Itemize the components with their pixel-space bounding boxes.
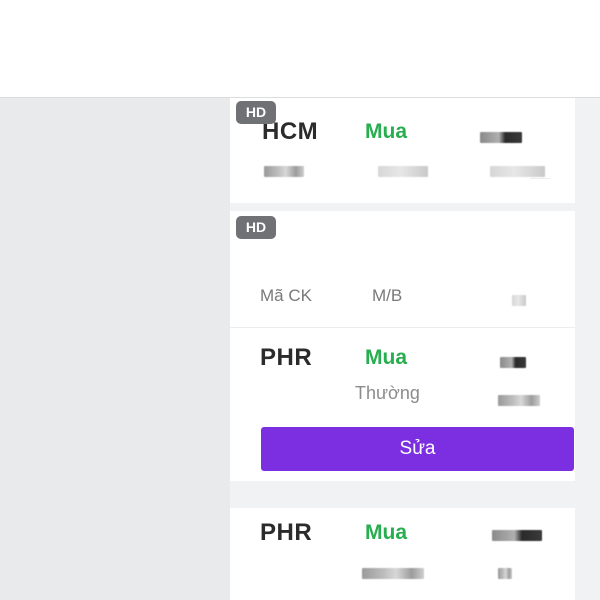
order-redacted-value xyxy=(498,395,540,406)
order-card-phr-2[interactable]: PHR Mua xyxy=(230,508,575,600)
order-redacted-value xyxy=(500,357,526,368)
hd-badge: HD xyxy=(236,101,276,124)
order-redacted-value xyxy=(492,530,542,541)
order-side: Mua xyxy=(365,346,407,369)
order-side: Mua xyxy=(365,120,407,143)
order-side: Mua xyxy=(365,521,407,544)
order-redacted-value xyxy=(264,166,304,177)
order-book-screen: HCM Mua HD Mã CK M/B PHR Mua Thường HD S… xyxy=(0,0,600,600)
order-list: HCM Mua HD Mã CK M/B PHR Mua Thường HD S… xyxy=(230,98,600,600)
column-header-redacted xyxy=(512,295,526,306)
order-redacted-value xyxy=(362,568,424,579)
order-redacted-value xyxy=(490,166,545,177)
divider xyxy=(530,178,550,179)
divider xyxy=(230,327,575,328)
order-redacted-value xyxy=(378,166,428,177)
order-redacted-value xyxy=(498,568,512,579)
hd-badge: HD xyxy=(236,216,276,239)
column-header-symbol: Mã CK xyxy=(260,286,312,305)
order-type: Thường xyxy=(355,383,420,403)
column-header-side: M/B xyxy=(372,286,403,305)
left-panel xyxy=(0,98,230,600)
order-card-hcm[interactable]: HCM Mua xyxy=(230,98,575,203)
edit-order-button[interactable]: Sửa xyxy=(261,427,574,471)
order-redacted-value xyxy=(480,132,522,143)
order-symbol: PHR xyxy=(260,519,313,546)
order-symbol: PHR xyxy=(260,344,313,371)
top-bar xyxy=(0,0,600,98)
